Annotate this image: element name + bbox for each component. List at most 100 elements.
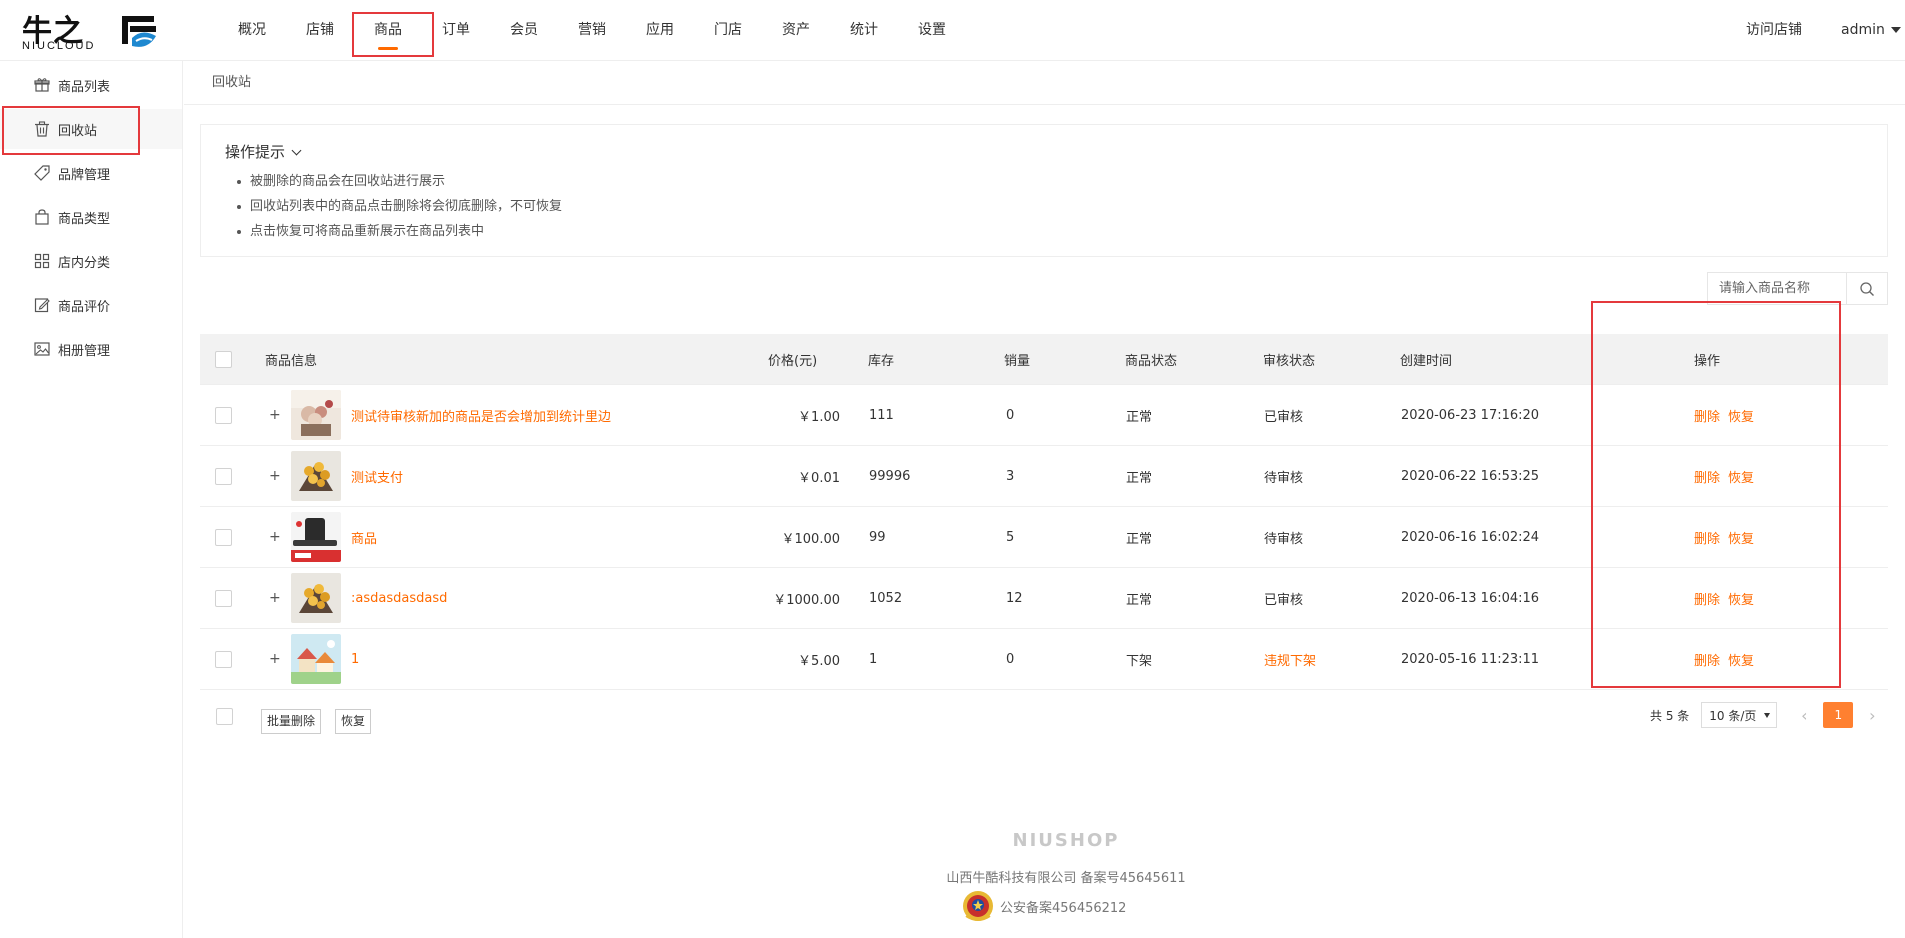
next-page-icon[interactable]: › — [1857, 706, 1887, 725]
expand-button[interactable]: + — [269, 446, 281, 506]
audit-cell: 待审核 — [1264, 531, 1304, 547]
sales-cell: 3 — [1006, 468, 1015, 484]
sidebar-item-label: 店内分类 — [58, 255, 111, 271]
nav-overview[interactable]: 概况 — [218, 0, 286, 61]
status-cell: 正常 — [1126, 409, 1153, 425]
product-thumbnail[interactable] — [291, 512, 341, 562]
caret-down-icon — [1890, 27, 1901, 33]
visit-store-link[interactable]: 访问店铺 — [1746, 0, 1802, 61]
sidebar-item-label: 相册管理 — [58, 343, 111, 359]
expand-button[interactable]: + — [269, 507, 281, 567]
created-cell: 2020-06-13 16:04:16 — [1401, 590, 1540, 606]
audit-cell: 已审核 — [1264, 592, 1304, 608]
product-thumbnail[interactable] — [291, 390, 341, 440]
search-icon — [1860, 281, 1874, 296]
prev-page-icon[interactable]: ‹ — [1789, 706, 1819, 725]
status-cell: 下架 — [1126, 653, 1153, 669]
row-checkbox[interactable] — [215, 650, 232, 668]
row-checkbox[interactable] — [215, 406, 232, 424]
page-number-current[interactable]: 1 — [1823, 702, 1854, 728]
nav-store[interactable]: 店铺 — [286, 0, 354, 61]
status-cell: 正常 — [1126, 592, 1153, 608]
nav-members[interactable]: 会员 — [490, 0, 558, 61]
top-header: 牛之 NIUCLOUD 概况 店铺 商品 订单 会员 营销 应用 门店 资产 统… — [0, 0, 1905, 61]
product-name-link[interactable]: 商品 — [351, 528, 377, 547]
niucloud-logo[interactable]: 牛之 NIUCLOUD — [22, 8, 162, 54]
caret-down-icon — [1764, 713, 1771, 718]
product-name-link[interactable]: 1 — [351, 652, 359, 667]
col-created: 创建时间 — [1400, 353, 1453, 369]
pagination: 共 5 条 10 条/页 ‹ 1 › — [1650, 701, 1887, 729]
nav-assets[interactable]: 资产 — [762, 0, 830, 61]
stock-cell: 111 — [869, 407, 894, 423]
bulk-select-checkbox[interactable] — [216, 708, 233, 725]
stock-cell: 1052 — [869, 590, 903, 606]
logo-en-text: NIUCLOUD — [22, 40, 96, 52]
col-sales: 销量 — [1004, 353, 1031, 369]
sidebar-item-label: 商品评价 — [58, 299, 111, 315]
nav-stores[interactable]: 门店 — [694, 0, 762, 61]
footer-brand-logo: NIUSHOP — [1012, 830, 1120, 851]
price-cell: ￥1000.00 — [773, 592, 840, 608]
product-name-link[interactable]: :asdasdasdasd — [351, 591, 447, 606]
sidebar-item-brands[interactable]: 品牌管理 — [0, 153, 182, 193]
sales-cell: 0 — [1006, 651, 1015, 667]
footer-company: 山西牛酷科技有限公司 备案号45645611 — [946, 871, 1186, 886]
created-cell: 2020-06-22 16:53:25 — [1401, 468, 1540, 484]
sidebar-item-goods-types[interactable]: 商品类型 — [0, 197, 182, 237]
police-badge-icon — [963, 891, 993, 921]
username: admin — [1841, 22, 1885, 38]
status-cell: 正常 — [1126, 470, 1153, 486]
product-thumbnail[interactable] — [291, 451, 341, 501]
footer-police-record[interactable]: 公安备案456456212 — [960, 888, 1126, 924]
sidebar-item-label: 商品类型 — [58, 211, 111, 227]
logo-mark-icon — [122, 16, 156, 47]
bulk-restore-button[interactable]: 恢复 — [335, 709, 372, 734]
sidebar-item-goods-list[interactable]: 商品列表 — [0, 65, 182, 105]
sidebar-item-albums[interactable]: 相册管理 — [0, 329, 182, 369]
nav-stats[interactable]: 统计 — [830, 0, 898, 61]
product-name-link[interactable]: 测试支付 — [351, 467, 403, 486]
created-cell: 2020-06-23 17:16:20 — [1401, 407, 1540, 423]
main-nav: 概况 店铺 商品 订单 会员 营销 应用 门店 资产 统计 设置 — [218, 0, 966, 61]
select-all-checkbox[interactable] — [215, 350, 232, 368]
search-button[interactable] — [1846, 273, 1887, 304]
bag-icon — [35, 209, 49, 225]
total-count: 共 5 条 — [1650, 708, 1690, 723]
expand-button[interactable]: + — [269, 385, 281, 445]
row-checkbox[interactable] — [215, 528, 232, 546]
actions-highlight-box — [1591, 301, 1841, 688]
expand-button[interactable]: + — [269, 568, 281, 628]
search-input[interactable] — [1708, 273, 1846, 304]
bulk-delete-button[interactable]: 批量删除 — [261, 709, 322, 734]
col-stock: 库存 — [868, 353, 895, 369]
gift-icon — [34, 78, 50, 92]
tag-icon — [34, 165, 50, 181]
col-status: 商品状态 — [1125, 353, 1178, 369]
tip-item: 被删除的商品会在回收站进行展示 — [237, 169, 562, 194]
user-menu[interactable]: admin — [1841, 0, 1901, 61]
product-name-link[interactable]: 测试待审核新加的商品是否会增加到统计里边 — [351, 406, 611, 425]
image-icon — [34, 342, 50, 356]
sidebar-item-label: 品牌管理 — [58, 167, 111, 183]
status-cell: 正常 — [1126, 531, 1153, 547]
product-thumbnail[interactable] — [291, 634, 341, 684]
sidebar-item-categories[interactable]: 店内分类 — [0, 241, 182, 281]
tips-toggle[interactable]: 操作提示 — [225, 141, 302, 162]
price-cell: ￥5.00 — [798, 653, 840, 669]
nav-apps[interactable]: 应用 — [626, 0, 694, 61]
expand-button[interactable]: + — [269, 629, 281, 689]
sidebar-item-reviews[interactable]: 商品评价 — [0, 285, 182, 325]
audit-cell: 违规下架 — [1264, 653, 1317, 669]
price-cell: ￥1.00 — [798, 409, 840, 425]
grid-icon — [34, 253, 50, 269]
page-size-select[interactable]: 10 条/页 — [1701, 702, 1778, 728]
nav-settings[interactable]: 设置 — [898, 0, 966, 61]
audit-cell: 已审核 — [1264, 409, 1304, 425]
product-thumbnail[interactable] — [291, 573, 341, 623]
sales-cell: 0 — [1006, 407, 1015, 423]
row-checkbox[interactable] — [215, 589, 232, 607]
breadcrumb-bar: 回收站 — [184, 61, 1905, 105]
row-checkbox[interactable] — [215, 467, 232, 485]
nav-marketing[interactable]: 营销 — [558, 0, 626, 61]
